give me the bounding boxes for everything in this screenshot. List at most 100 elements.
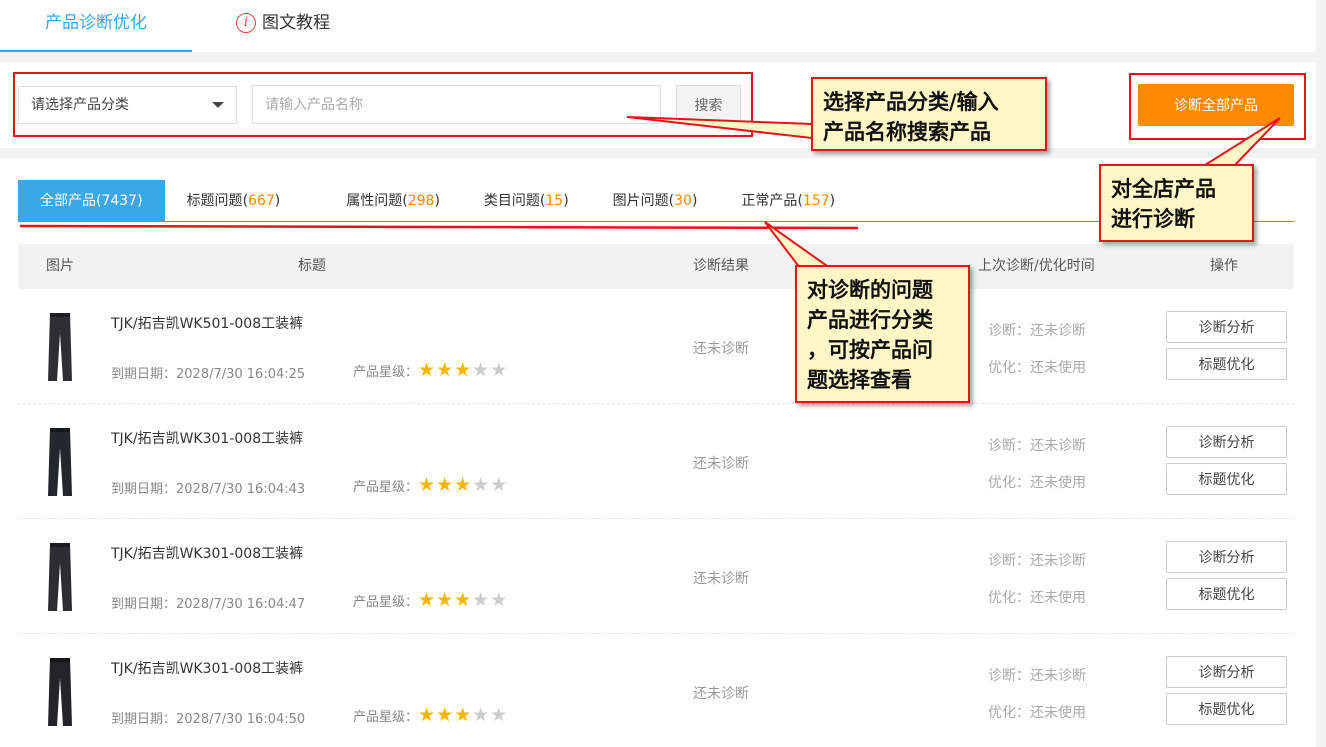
column-header-time: 上次诊断/优化时间 [978, 258, 1095, 274]
star-icon: ★ [436, 704, 454, 726]
tab-attribute-issues[interactable]: 属性问题(298) [324, 180, 462, 222]
product-thumbnail[interactable] [38, 656, 82, 728]
star-icon: ★ [454, 474, 472, 496]
callout-line: 产品进行分类 [807, 307, 933, 332]
info-icon: i [236, 13, 256, 33]
product-rating: 产品星级： ★ ★ ★ ★ ★ [353, 704, 508, 726]
tab-count: 157 [802, 193, 830, 209]
product-title[interactable]: TJK/拓吉凯WK301-008工装裤 [111, 428, 303, 448]
title-optimize-button[interactable]: 标题优化 [1166, 463, 1287, 495]
star-icon: ★ [472, 474, 490, 496]
star-icon: ★ [472, 704, 490, 726]
product-thumbnail[interactable] [38, 426, 82, 498]
star-icon: ★ [418, 359, 436, 381]
star-icon: ★ [490, 589, 508, 611]
expire-date: 到期日期：2028/7/30 16:04:50 [111, 712, 306, 727]
star-icon: ★ [472, 359, 490, 381]
title-optimize-button[interactable]: 标题优化 [1166, 348, 1287, 380]
expire-date: 到期日期：2028/7/30 16:04:47 [111, 597, 306, 612]
diagnosis-result: 还未诊断 [693, 456, 749, 472]
column-header-title: 标题 [298, 258, 326, 274]
rating-label: 产品星级： [353, 595, 419, 610]
last-diagnosis-time: 诊断：还未诊断 [988, 323, 1086, 339]
tab-count: 15 [545, 193, 564, 209]
last-optimize-time: 优化：还未使用 [988, 590, 1086, 606]
tab-count: 667 [248, 193, 275, 209]
search-highlight-box [13, 72, 753, 137]
column-header-image: 图片 [46, 258, 74, 274]
callout-line: ，可按产品问 [807, 337, 933, 362]
last-optimize-time: 优化：还未使用 [988, 475, 1086, 491]
callout-line: 进行诊断 [1111, 206, 1195, 231]
tab-product-diagnosis[interactable]: 产品诊断优化 [0, 0, 192, 52]
product-title[interactable]: TJK/拓吉凯WK301-008工装裤 [111, 543, 303, 563]
star-icon: ★ [436, 589, 454, 611]
search-callout: 选择产品分类/输入 产品名称搜索产品 [811, 77, 1047, 151]
last-diagnosis-time: 诊断：还未诊断 [988, 668, 1086, 684]
star-icon: ★ [436, 474, 454, 496]
tab-label: 正常产品 [741, 193, 798, 209]
last-optimize-time: 优化：还未使用 [988, 705, 1086, 721]
diagnose-all-highlight-box [1129, 73, 1306, 140]
tab-all-products[interactable]: 全部产品(7437) [18, 180, 165, 222]
tab-normal-products[interactable]: 正常产品(157) [719, 180, 857, 222]
table-header: 图片 标题 诊断结果 上次诊断/优化时间 操作 [18, 244, 1294, 289]
diagnose-analysis-button[interactable]: 诊断分析 [1166, 311, 1287, 343]
tab-tutorial-label: 图文教程 [262, 13, 330, 33]
tab-label: 图片问题 [612, 193, 669, 209]
table-row: TJK/拓吉凯WK301-008工装裤 到期日期：2028/7/30 16:04… [18, 404, 1294, 519]
expire-date: 到期日期：2028/7/30 16:04:25 [111, 367, 306, 382]
product-thumbnail[interactable] [38, 311, 82, 383]
rating-label: 产品星级： [353, 365, 419, 380]
tab-count: (7437) [96, 193, 143, 209]
star-icon: ★ [472, 589, 490, 611]
star-icon: ★ [418, 704, 436, 726]
table-row: TJK/拓吉凯WK301-008工装裤 到期日期：2028/7/30 16:04… [18, 634, 1294, 747]
star-icon: ★ [490, 474, 508, 496]
star-icon: ★ [490, 359, 508, 381]
diagnosis-result: 还未诊断 [693, 341, 749, 357]
tab-image-issues[interactable]: 图片问题(30) [591, 180, 720, 222]
diagnose-callout: 对全店产品 进行诊断 [1099, 164, 1254, 242]
tab-tutorial[interactable]: i 图文教程 [236, 0, 330, 46]
top-tab-bar: 产品诊断优化 i 图文教程 [0, 0, 1316, 52]
last-optimize-time: 优化：还未使用 [988, 360, 1086, 376]
tab-label: 全部产品 [40, 193, 96, 209]
star-icon: ★ [454, 704, 472, 726]
callout-line: 题选择查看 [807, 367, 912, 392]
product-rating: 产品星级： ★ ★ ★ ★ ★ [353, 359, 508, 381]
last-diagnosis-time: 诊断：还未诊断 [988, 438, 1086, 454]
title-optimize-button[interactable]: 标题优化 [1166, 578, 1287, 610]
callout-line: 选择产品分类/输入 [823, 89, 999, 114]
tab-count: 30 [674, 193, 692, 209]
diagnose-analysis-button[interactable]: 诊断分析 [1166, 541, 1287, 573]
tab-label: 类目问题 [483, 193, 540, 209]
star-icon: ★ [454, 589, 472, 611]
star-icon: ★ [454, 359, 472, 381]
column-header-ops: 操作 [1210, 258, 1238, 274]
last-diagnosis-time: 诊断：还未诊断 [988, 553, 1086, 569]
product-title[interactable]: TJK/拓吉凯WK301-008工装裤 [111, 658, 303, 678]
diagnose-analysis-button[interactable]: 诊断分析 [1166, 426, 1287, 458]
tabs-callout: 对诊断的问题 产品进行分类 ，可按产品问 题选择查看 [795, 265, 970, 403]
tab-label: 标题问题 [186, 193, 243, 209]
product-title[interactable]: TJK/拓吉凯WK501-008工装裤 [111, 313, 303, 333]
callout-line: 对全店产品 [1111, 176, 1216, 201]
title-optimize-button[interactable]: 标题优化 [1166, 693, 1287, 725]
star-icon: ★ [490, 704, 508, 726]
rating-label: 产品星级： [353, 480, 419, 495]
product-thumbnail[interactable] [38, 541, 82, 613]
tab-category-issues[interactable]: 类目问题(15) [462, 180, 591, 222]
star-icon: ★ [418, 474, 436, 496]
tab-title-issues[interactable]: 标题问题(667) [165, 180, 303, 222]
diagnose-analysis-button[interactable]: 诊断分析 [1166, 656, 1287, 688]
tab-label: 属性问题 [346, 193, 403, 209]
table-row: TJK/拓吉凯WK301-008工装裤 到期日期：2028/7/30 16:04… [18, 519, 1294, 634]
column-header-result: 诊断结果 [693, 258, 749, 274]
star-icon: ★ [418, 589, 436, 611]
tab-count: 298 [407, 193, 435, 209]
callout-line: 产品名称搜索产品 [823, 119, 991, 144]
expire-date: 到期日期：2028/7/30 16:04:43 [111, 482, 306, 497]
product-rating: 产品星级： ★ ★ ★ ★ ★ [353, 589, 508, 611]
rating-label: 产品星级： [353, 710, 419, 725]
